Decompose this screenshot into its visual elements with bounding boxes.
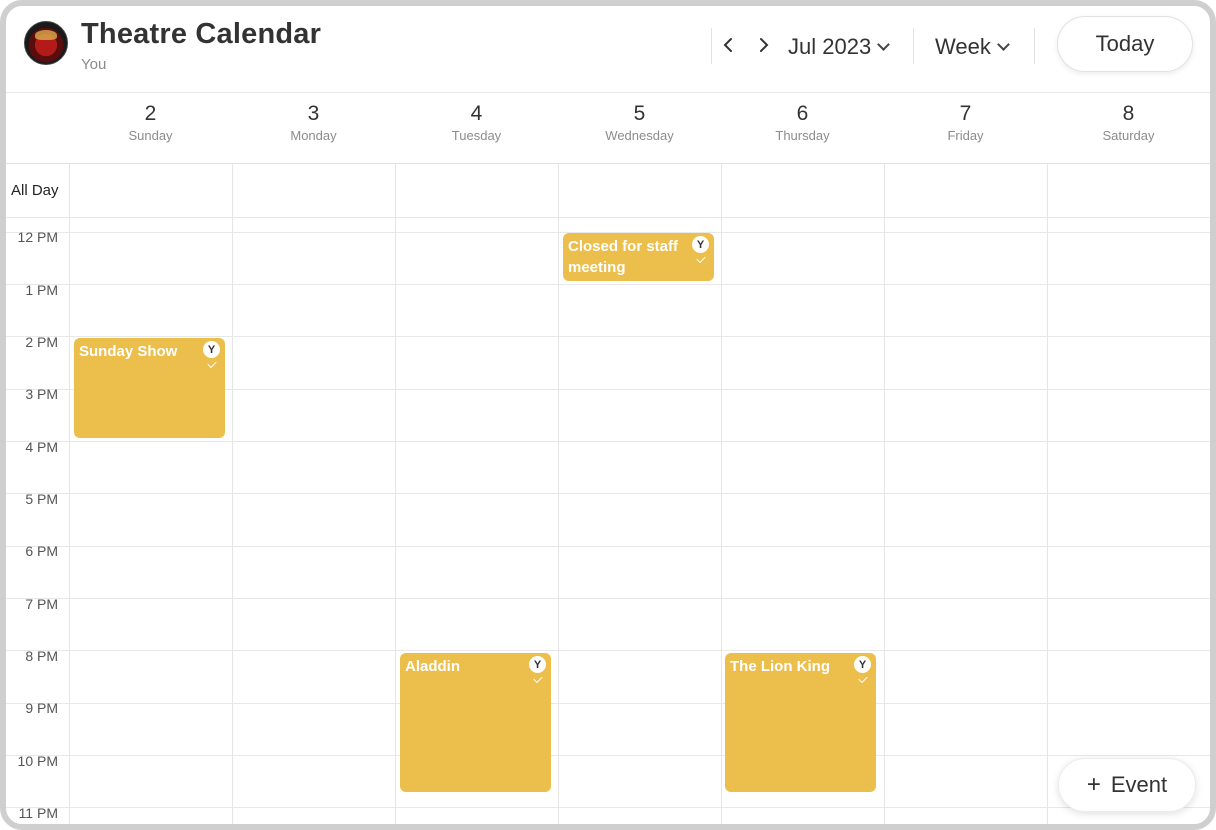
day-header[interactable]: 7 Friday [884,93,1047,165]
day-header[interactable]: 6 Thursday [721,93,884,165]
divider [1034,28,1035,64]
grid-line [69,164,70,824]
time-label: 6 PM [25,543,58,559]
check-icon [207,358,217,369]
time-label: 2 PM [25,334,58,350]
attendee-badge: Y [692,236,709,253]
grid-line [6,336,1210,337]
attendee-badge: Y [529,656,546,673]
divider [711,28,712,64]
grid-line [884,164,885,824]
all-day-label: All Day [11,182,59,199]
next-week-button[interactable] [751,30,777,60]
calendar-owner: You [81,56,107,73]
calendar-avatar[interactable] [24,21,68,65]
day-name: Friday [947,128,984,143]
day-name: Tuesday [451,128,502,143]
day-header[interactable]: 8 Saturday [1047,93,1210,165]
time-label: 11 PM [18,805,58,821]
view-label: Week [935,34,991,59]
time-label: 7 PM [25,596,58,612]
grid-line [232,164,233,824]
day-name: Thursday [775,128,830,143]
day-number: 7 [959,102,972,125]
day-number: 4 [470,102,483,125]
plus-icon: + [1086,771,1101,798]
prev-week-button[interactable] [715,30,741,60]
grid-line [395,164,396,824]
time-label: 9 PM [25,700,58,716]
view-select[interactable]: Week [935,32,1010,62]
time-label: 8 PM [25,648,58,664]
day-header[interactable]: 5 Wednesday [558,93,721,165]
grid-line [721,164,722,824]
chevron-right-icon [760,38,769,52]
grid-line [6,807,1210,808]
week-grid[interactable]: All Day 12 PM 1 PM 2 PM 3 PM 4 PM 5 PM 6… [6,164,1210,824]
grid-line [6,217,1210,218]
grid-line [1047,164,1048,824]
day-name: Wednesday [605,128,674,143]
day-number: 3 [307,102,320,125]
attendee-badge: Y [854,656,871,673]
event-the-lion-king[interactable]: The Lion King Y [725,653,876,792]
grid-line [6,703,1210,704]
calendar-header: Theatre Calendar You Jul 2023 Week Today [6,6,1210,92]
grid-line [6,755,1210,756]
month-label: Jul 2023 [788,34,872,59]
today-button[interactable]: Today [1057,16,1193,72]
grid-line [6,493,1210,494]
day-name: Sunday [128,128,173,143]
divider [913,28,914,64]
day-number: 8 [1122,102,1135,125]
event-title: Aladdin [405,658,460,675]
calendar-window: Theatre Calendar You Jul 2023 Week Today… [0,0,1216,830]
event-title: Closed for staff meeting [568,238,679,276]
day-number: 2 [144,102,157,125]
day-header[interactable]: 2 Sunday [69,93,232,165]
add-event-label: Event [1110,772,1168,797]
time-label: 10 PM [17,753,58,769]
grid-line [6,650,1210,651]
chevron-left-icon [723,38,732,52]
time-label: 1 PM [25,282,58,298]
check-icon [696,253,706,264]
grid-line [6,598,1210,599]
add-event-button[interactable]: + Event [1058,758,1196,812]
day-header-row: 2 Sunday 3 Monday 4 Tuesday 5 Wednesday 6 Thu… [6,92,1210,164]
event-aladdin[interactable]: Aladdin Y [400,653,551,792]
day-number: 5 [633,102,646,125]
day-header[interactable]: 3 Monday [232,93,395,165]
day-header[interactable]: 4 Tuesday [395,93,558,165]
time-label: 4 PM [25,439,58,455]
grid-line [558,164,559,824]
grid-line [6,441,1210,442]
time-label: 12 PM [17,229,58,245]
check-icon [858,673,868,684]
day-number: 6 [796,102,809,125]
day-name: Saturday [1102,128,1155,143]
calendar-title: Theatre Calendar [81,18,322,50]
event-title: Sunday Show [79,343,178,360]
time-label: 3 PM [25,386,58,402]
chevron-down-icon [877,37,891,51]
event-staff-meeting[interactable]: Closed for staff meeting Y [563,233,714,281]
chevron-down-icon [996,37,1010,51]
grid-line [6,546,1210,547]
time-label: 5 PM [25,491,58,507]
event-title: The Lion King [730,658,830,675]
day-name: Monday [290,128,337,143]
attendee-badge: Y [203,341,220,358]
grid-line [6,284,1210,285]
month-select[interactable]: Jul 2023 [788,32,891,62]
check-icon [533,673,543,684]
event-sunday-show[interactable]: Sunday Show Y [74,338,225,438]
